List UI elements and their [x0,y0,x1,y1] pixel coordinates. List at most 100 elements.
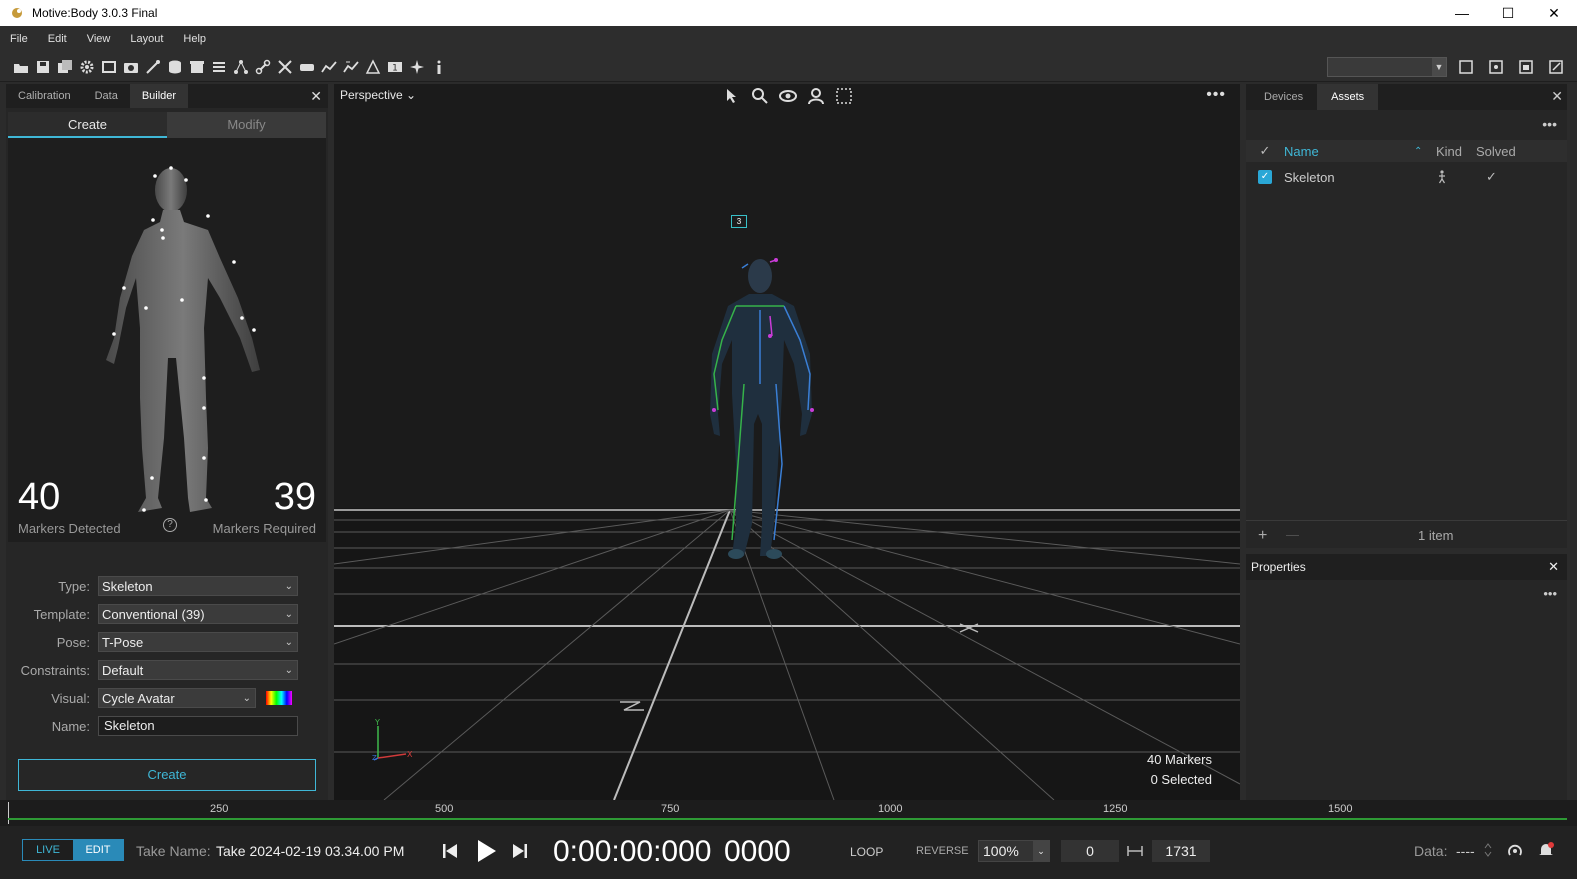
markers-total: 40 Markers [1146,752,1212,767]
timeline-ruler[interactable]: 250 500 750 1000 1250 1500 [0,800,1577,826]
range-span-icon [1127,846,1143,856]
menu-layout[interactable]: Layout [120,33,173,45]
tab-assets[interactable]: Assets [1317,84,1379,110]
tab-calibration[interactable]: Calibration [6,84,83,108]
tools-icon[interactable] [274,56,296,78]
database-icon[interactable] [164,56,186,78]
menu-help[interactable]: Help [173,33,216,45]
chevron-down-icon: ⌄ [284,608,293,620]
assets-panel: Devices Assets ✕ ••• ✓ Name ⌃ Kind Solve… [1246,84,1567,548]
reverse-toggle[interactable]: REVERSE [916,845,969,857]
name-input[interactable]: Skeleton [98,716,298,736]
more-options-icon[interactable]: ••• [1543,586,1557,601]
menu-view[interactable]: View [77,33,121,45]
table-row[interactable]: ✓ Skeleton ✓ [1246,166,1567,188]
subtab-create[interactable]: Create [8,112,167,138]
timeline-playhead[interactable] [8,802,9,824]
help-icon[interactable]: ? [163,518,177,532]
calibration-wand-icon[interactable] [142,56,164,78]
more-options-icon[interactable]: ••• [1542,116,1557,132]
window-title: Motive:Body 3.0.3 Final [32,6,158,20]
sort-asc-icon[interactable]: ⌃ [1414,146,1436,157]
skip-forward-icon[interactable] [510,837,530,865]
column-name[interactable]: Name [1284,144,1414,159]
tick-label: 1500 [1328,803,1353,815]
take-name-value[interactable]: Take 2024-02-19 03.34.00 PM [216,843,404,859]
tab-data[interactable]: Data [83,84,130,108]
menu-edit[interactable]: Edit [38,33,77,45]
layout-save-icon[interactable] [1455,56,1477,78]
end-frame-input[interactable]: 1731 [1152,840,1210,862]
live-mode-button[interactable]: LIVE [23,840,73,860]
play-icon[interactable] [474,837,498,865]
settings-gear-icon[interactable] [76,56,98,78]
stepper-arrows-icon[interactable] [1483,842,1493,858]
toolbar-right: ▼ [1327,56,1567,78]
app-logo-icon [12,8,22,18]
minimize-button[interactable]: — [1439,0,1485,26]
layout-edit-icon[interactable] [1545,56,1567,78]
pose-value: T-Pose [102,634,144,650]
graph-edit-icon[interactable] [340,56,362,78]
pose-select[interactable]: T-Pose ⌄ [98,632,298,652]
save-all-icon[interactable] [54,56,76,78]
remove-asset-button[interactable]: — [1286,527,1299,542]
open-folder-icon[interactable] [10,56,32,78]
close-window-button[interactable]: ✕ [1531,0,1577,26]
edit-mode-button[interactable]: EDIT [73,840,123,860]
sparkle-icon[interactable] [406,56,428,78]
tag-icon[interactable] [296,56,318,78]
column-solved[interactable]: Solved [1476,144,1526,159]
skip-back-icon[interactable] [440,837,460,865]
zoom-icon[interactable] [750,86,770,106]
number-one-icon[interactable]: 1 [384,56,406,78]
save-icon[interactable] [32,56,54,78]
column-check[interactable]: ✓ [1246,143,1284,159]
marquee-select-icon[interactable] [834,86,854,106]
broadcast-icon[interactable] [1506,841,1524,859]
subtab-modify[interactable]: Modify [167,112,326,138]
view-mode-select[interactable]: Perspective ⌄ [340,88,416,102]
template-select[interactable]: Conventional (39) ⌄ [98,604,298,624]
maximize-button[interactable]: ☐ [1485,0,1531,26]
camera-icon[interactable] [120,56,142,78]
constraints-select[interactable]: Default ⌄ [98,660,298,680]
layout-capture-icon[interactable] [1515,56,1537,78]
link-icon[interactable] [252,56,274,78]
markers-detected-count: 40 [18,476,61,518]
start-frame-input[interactable]: 0 [1061,840,1119,862]
column-kind[interactable]: Kind [1436,144,1476,159]
measure-icon[interactable] [362,56,384,78]
type-select[interactable]: Skeleton ⌄ [98,576,298,596]
notification-bell-icon[interactable] [1537,841,1555,859]
svg-text:1: 1 [392,63,398,73]
close-icon[interactable]: ✕ [1548,554,1559,580]
more-options-icon[interactable]: ••• [1206,86,1226,104]
select-pointer-icon[interactable] [722,86,742,106]
tab-devices[interactable]: Devices [1246,84,1317,110]
graph-icon[interactable] [318,56,340,78]
list-icon[interactable] [208,56,230,78]
axis-x-label: X [407,750,413,759]
close-icon[interactable]: ✕ [1551,88,1563,105]
layout-calibrate-icon[interactable] [1485,56,1507,78]
color-picker-swatch[interactable] [266,691,292,705]
hierarchy-icon[interactable] [230,56,252,78]
loop-toggle[interactable]: LOOP [850,845,883,859]
tab-builder[interactable]: Builder [129,84,189,108]
playback-speed-select[interactable]: 100% ⌄ [978,840,1050,862]
visual-select[interactable]: Cycle Avatar ⌄ [98,688,256,708]
properties-title: Properties [1251,560,1306,574]
menu-file[interactable]: File [0,33,38,45]
person-view-icon[interactable] [806,86,826,106]
layout-dropdown[interactable]: ▼ [1327,57,1447,77]
eye-icon[interactable] [778,86,798,106]
asset-checkbox[interactable]: ✓ [1258,170,1272,184]
archive-icon[interactable] [186,56,208,78]
create-button[interactable]: Create [18,759,316,791]
3d-viewport[interactable]: Y X Z Perspective ⌄ ••• 3 40 Markers 0 S… [334,84,1240,800]
close-icon[interactable]: ✕ [310,88,322,105]
add-asset-button[interactable]: + [1258,527,1267,545]
panel-icon[interactable] [98,56,120,78]
info-icon[interactable] [428,56,450,78]
